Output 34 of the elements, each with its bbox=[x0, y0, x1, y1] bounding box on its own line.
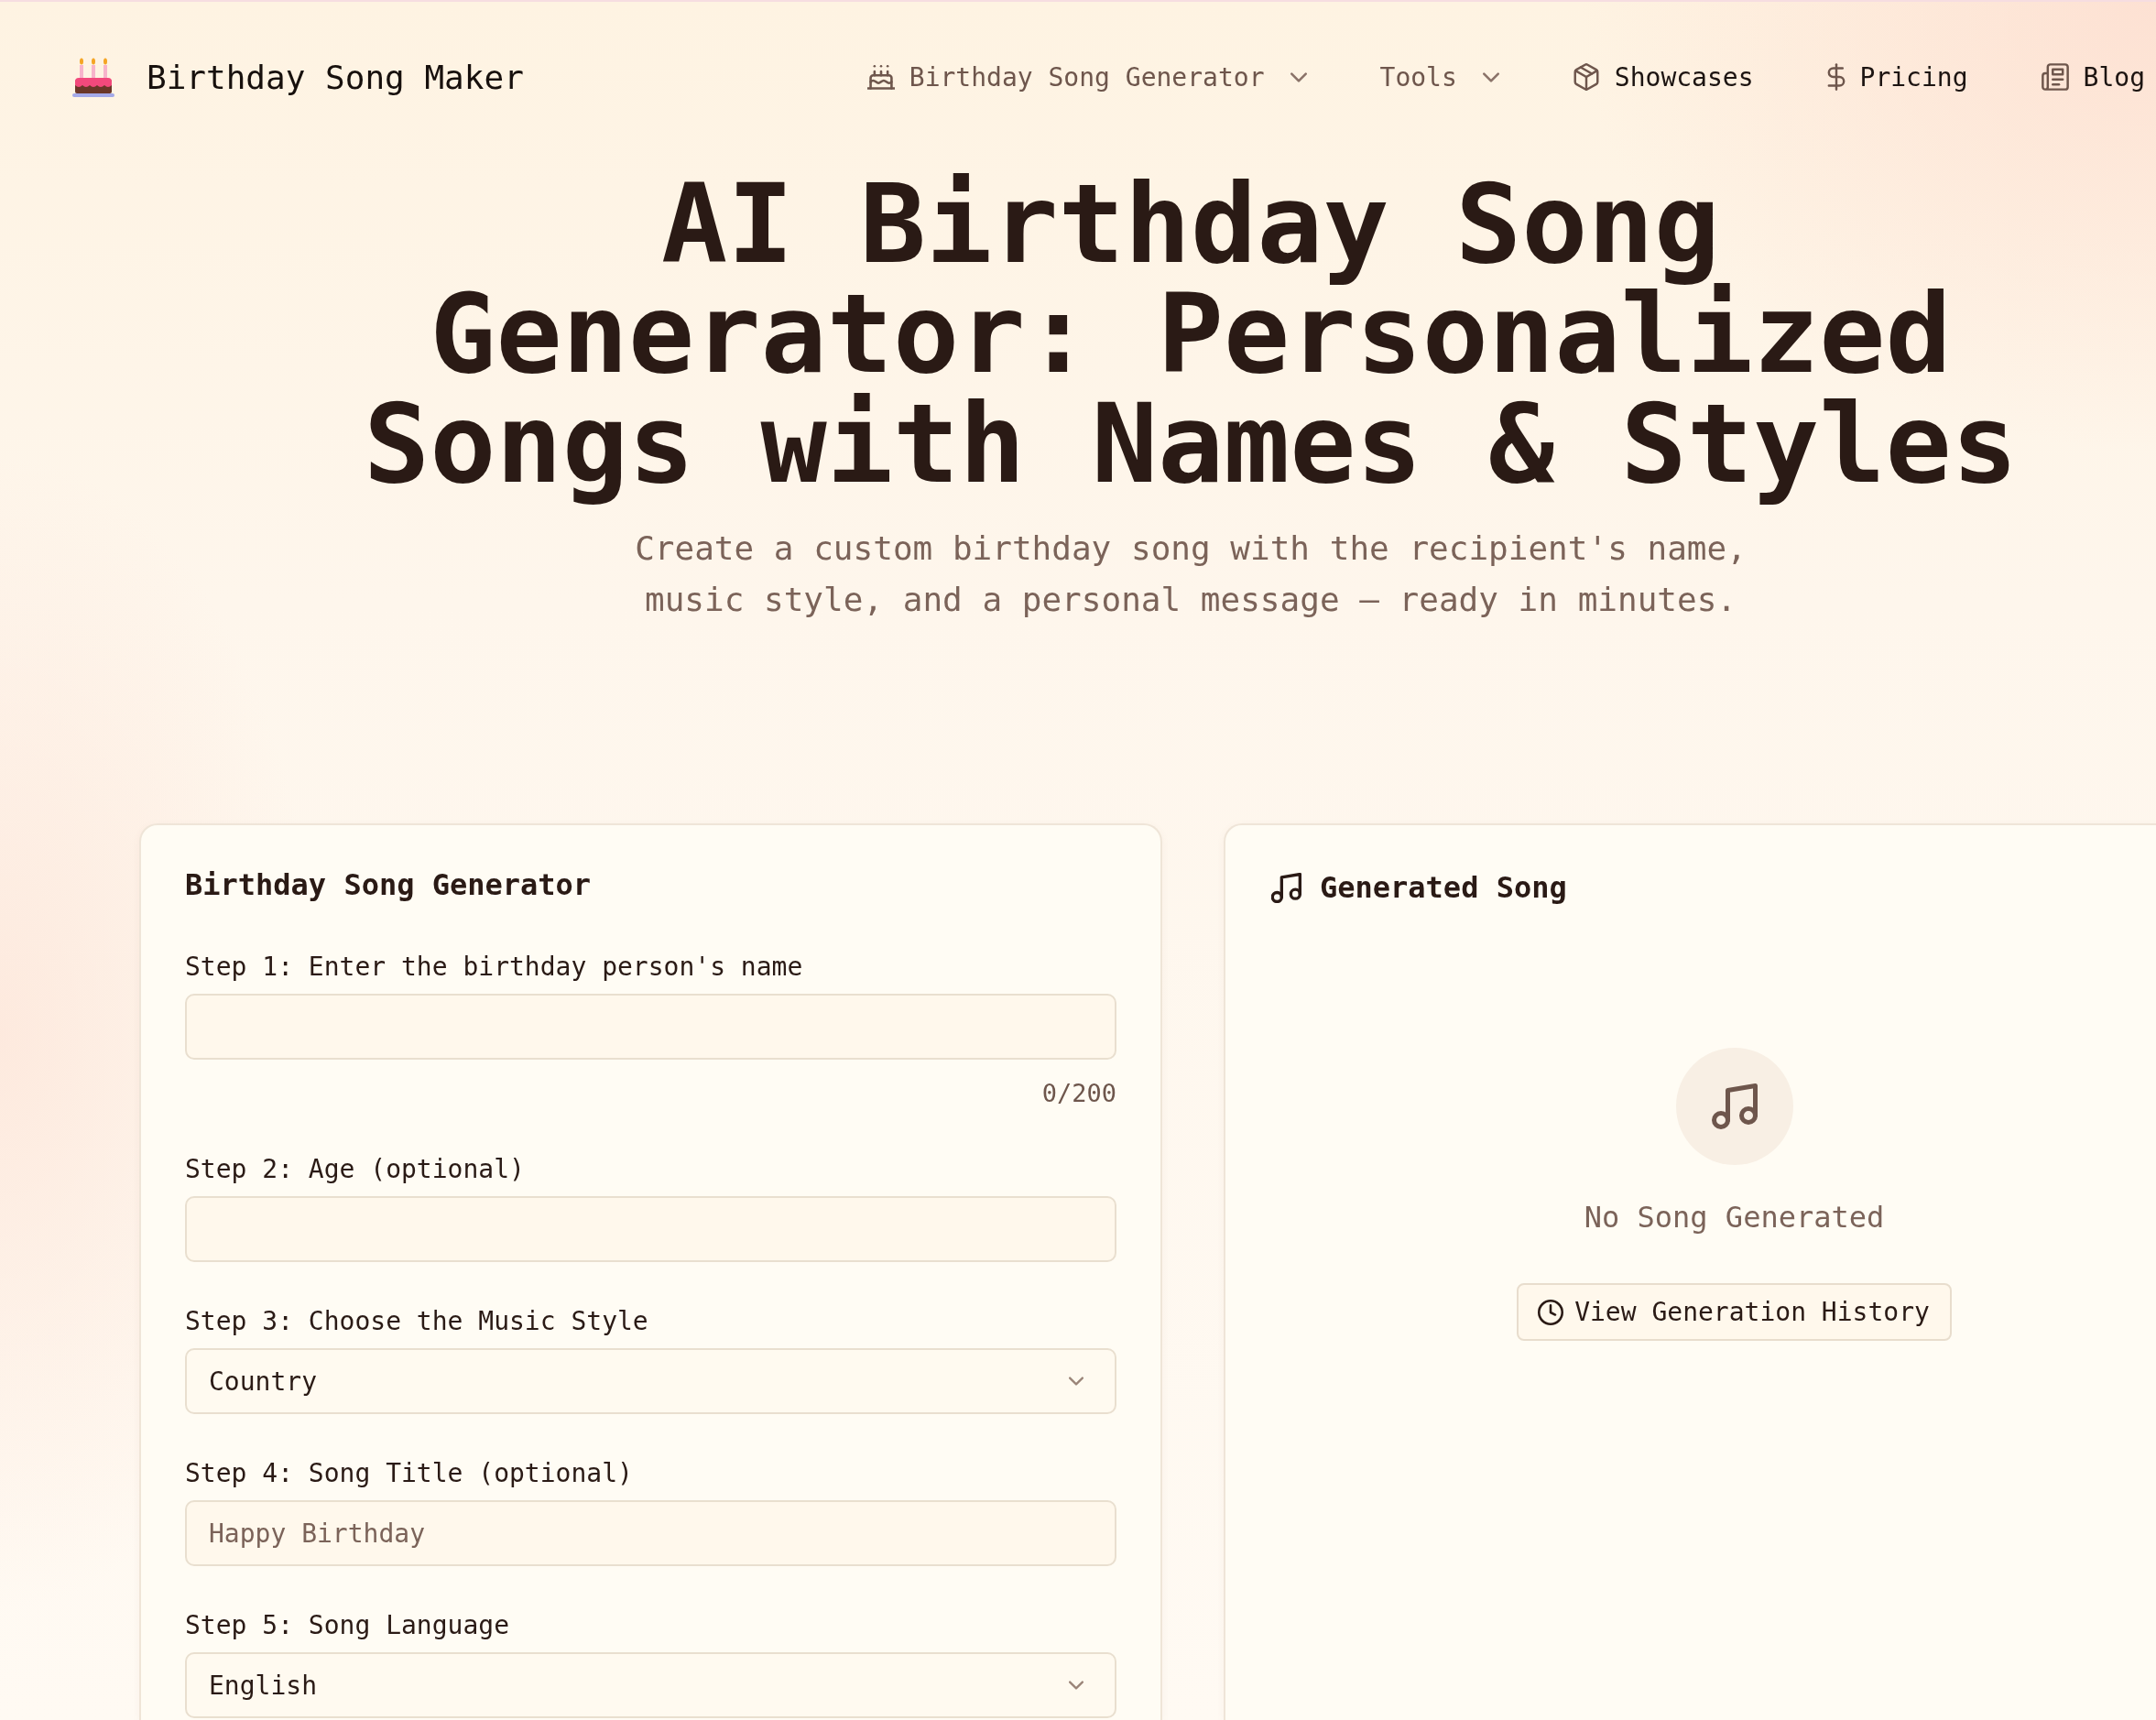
brand-name[interactable]: Birthday Song Maker bbox=[147, 58, 524, 96]
field-label: Step 2: Age (optional) bbox=[185, 1153, 526, 1186]
nav-link[interactable]: Blog bbox=[2041, 61, 2145, 93]
nav-link[interactable]: Showcases bbox=[1572, 61, 1754, 93]
field-label: Step 3: Choose the Music Style bbox=[185, 1305, 649, 1338]
chevron-down-icon bbox=[1482, 71, 1499, 82]
music-note-icon bbox=[1675, 1048, 1793, 1165]
clock-icon bbox=[1538, 1299, 1564, 1325]
chevron-down-icon bbox=[1069, 1681, 1083, 1690]
character-counter: 0/200 bbox=[1041, 1078, 1116, 1109]
page-subtitle: Create a custom birthday song with the recipient's name, music style, and a personal message — ready in minutes. bbox=[634, 528, 1748, 620]
chevron-down-icon bbox=[1290, 71, 1307, 82]
field-label: Step 1: Enter the birthday person's name bbox=[185, 951, 804, 984]
card-title: Birthday Song Generator bbox=[185, 866, 593, 903]
text-input-field[interactable] bbox=[185, 994, 1116, 1060]
dropdown-select[interactable]: Country bbox=[185, 1348, 1116, 1414]
nav-menu-button[interactable]: Birthday Song Generator bbox=[866, 61, 1307, 93]
newspaper-icon bbox=[2041, 63, 2069, 91]
history-button[interactable]: View Generation History bbox=[1517, 1283, 1952, 1341]
field-label: Step 5: Song Language bbox=[185, 1609, 510, 1642]
dropdown-select[interactable]: English bbox=[185, 1652, 1116, 1718]
page-title: AI Birthday Song Generator: Personalized Songs with Names & Styles bbox=[362, 159, 2020, 509]
text-input-field[interactable] bbox=[185, 1196, 1116, 1262]
box-icon bbox=[1572, 63, 1600, 91]
empty-state-message: No Song Generated bbox=[1584, 1199, 1885, 1236]
chevron-down-icon bbox=[1069, 1377, 1083, 1386]
card-title: Generated Song bbox=[1320, 869, 1567, 906]
nav-link[interactable]: Pricing bbox=[1826, 61, 1968, 93]
text-input-field[interactable]: Happy Birthday bbox=[185, 1500, 1116, 1566]
dollar-sign-icon bbox=[1826, 63, 1846, 91]
field-label: Step 4: Song Title (optional) bbox=[185, 1457, 634, 1490]
music-note-icon bbox=[1271, 872, 1301, 903]
nav-menu-button[interactable]: Tools bbox=[1379, 61, 1499, 93]
cake-icon bbox=[866, 63, 895, 91]
